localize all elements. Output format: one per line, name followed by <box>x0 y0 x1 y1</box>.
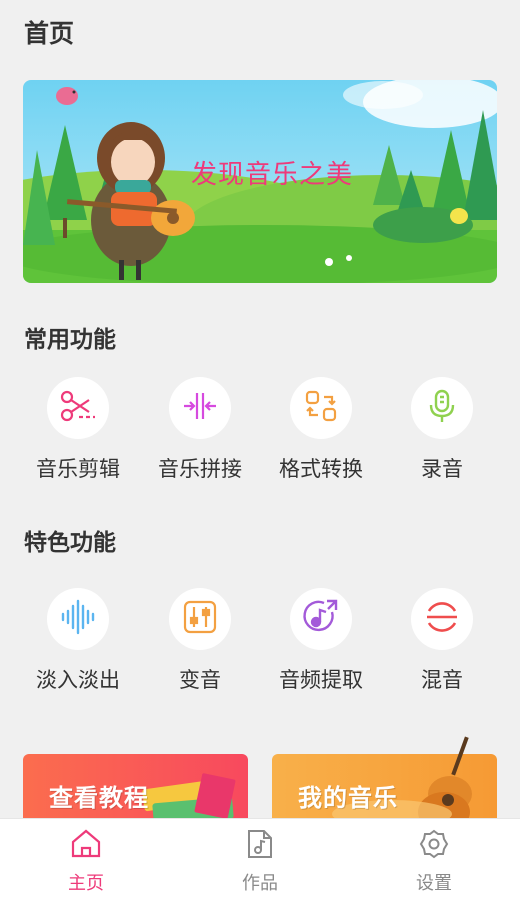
tool-label: 音乐拼接 <box>158 457 242 481</box>
banner[interactable]: 发现音乐之美 <box>23 80 497 283</box>
equalizer-icon <box>181 598 219 640</box>
section-title-common: 常用功能 <box>24 327 116 353</box>
tool-label: 格式转换 <box>279 457 363 481</box>
page-title: 首页 <box>24 19 75 48</box>
tab-home[interactable]: 主页 <box>26 829 146 899</box>
gear-icon <box>419 829 449 863</box>
tool-icon-wrap <box>169 588 231 650</box>
tutorial-card-label: 查看教程 <box>49 784 149 812</box>
convert-icon <box>302 387 340 429</box>
tool-label: 变音 <box>179 668 221 692</box>
tool-icon-wrap <box>411 377 473 439</box>
waveform-icon <box>59 598 97 640</box>
tool-label: 音频提取 <box>279 668 363 692</box>
tool-icon-wrap <box>47 377 109 439</box>
tab-label: 设置 <box>416 873 452 894</box>
tool-voice-change[interactable]: 变音 <box>139 588 261 698</box>
tool-icon-wrap <box>411 588 473 650</box>
merge-icon <box>181 387 219 429</box>
tool-icon-wrap <box>169 377 231 439</box>
common-tools-grid: 音乐剪辑 音乐拼接 格式转换 录音 <box>0 377 520 487</box>
tool-audio-extract[interactable]: 音频提取 <box>260 588 382 698</box>
tool-label: 录音 <box>421 457 463 481</box>
tab-label: 主页 <box>68 873 104 894</box>
tool-icon-wrap <box>290 588 352 650</box>
tool-label: 淡入淡出 <box>36 668 120 692</box>
microphone-icon <box>423 387 461 429</box>
music-file-icon <box>246 829 274 863</box>
music-extract-icon <box>302 598 340 640</box>
tool-icon-wrap <box>47 588 109 650</box>
tool-label: 音乐剪辑 <box>36 457 120 481</box>
banner-slogan: 发现音乐之美 <box>191 160 354 190</box>
tab-label: 作品 <box>242 873 278 894</box>
tool-record[interactable]: 录音 <box>381 377 503 487</box>
featured-tools-grid: 淡入淡出 变音 音频提取 混音 <box>0 588 520 698</box>
tab-works[interactable]: 作品 <box>200 829 320 899</box>
tab-bar: 主页 作品 设置 <box>0 818 520 900</box>
scissors-icon <box>59 387 97 429</box>
tool-fade[interactable]: 淡入淡出 <box>17 588 139 698</box>
tool-music-join[interactable]: 音乐拼接 <box>139 377 261 487</box>
home-icon <box>70 829 102 863</box>
tool-icon-wrap <box>290 377 352 439</box>
section-title-featured: 特色功能 <box>24 530 116 556</box>
my-music-card-label: 我的音乐 <box>298 784 398 812</box>
tool-label: 混音 <box>421 668 463 692</box>
mix-icon <box>423 598 461 640</box>
tab-settings[interactable]: 设置 <box>374 829 494 899</box>
tool-music-cut[interactable]: 音乐剪辑 <box>17 377 139 487</box>
tool-mix[interactable]: 混音 <box>381 588 503 698</box>
my-music-card[interactable]: 我的音乐 <box>272 736 497 824</box>
tutorial-card[interactable]: 查看教程 <box>23 754 248 824</box>
tool-format-convert[interactable]: 格式转换 <box>260 377 382 487</box>
